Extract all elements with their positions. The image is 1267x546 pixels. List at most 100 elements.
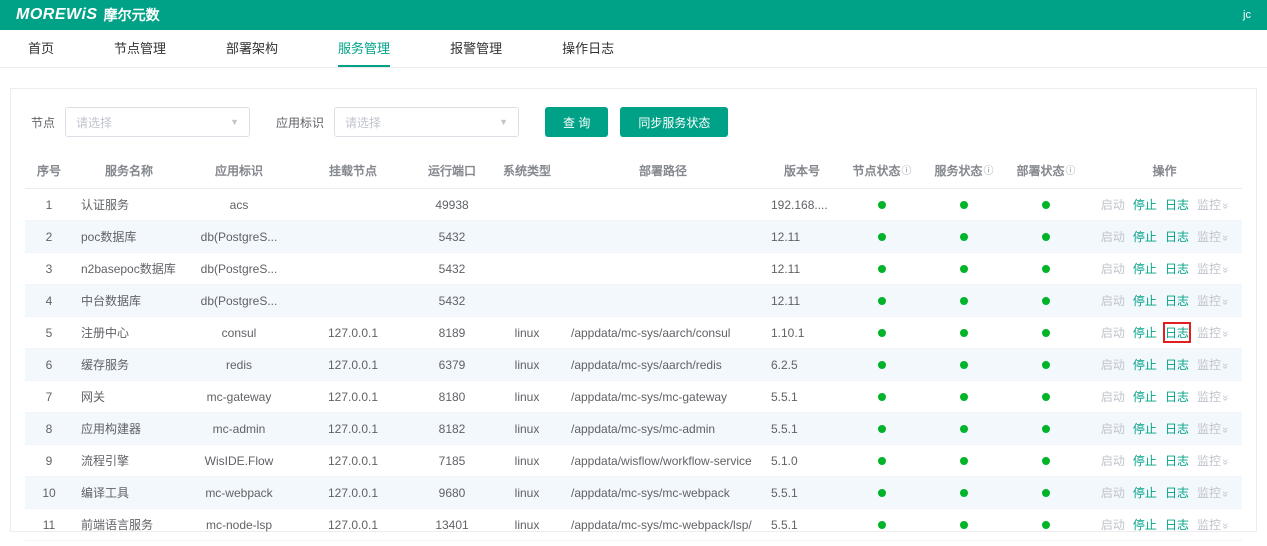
nav-item-alarm-management[interactable]: 报警管理 (450, 30, 502, 67)
monitor-link[interactable]: 监控» (1197, 452, 1231, 469)
cell-run-port: 49938 (413, 188, 491, 221)
nav-item-node-management[interactable]: 节点管理 (114, 30, 166, 67)
cell-service-name: 流程引擎 (73, 444, 185, 477)
monitor-link[interactable]: 监控» (1197, 420, 1232, 437)
start-link[interactable]: 启动 (1101, 484, 1125, 501)
start-link[interactable]: 启动 (1101, 196, 1125, 213)
status-dot (1042, 456, 1050, 465)
cell-deploy-path: /appdata/mc-sys/aarch/redis (563, 348, 763, 381)
filter-bar: 节点 请选择 ▼ 应用标识 请选择 ▼ 查 询 同步服务状态 (31, 107, 1242, 137)
cell-service-name: 注册中心 (73, 316, 185, 349)
cell-deploy-path (563, 252, 763, 285)
log-link[interactable]: 日志 (1165, 196, 1189, 213)
stop-link[interactable]: 停止 (1133, 196, 1157, 213)
cell-service-name: n2basepoc数据库 (73, 252, 185, 285)
cell-mount-node (293, 220, 413, 253)
stop-link[interactable]: 停止 (1133, 452, 1157, 469)
cell-deploy-path (563, 220, 763, 253)
log-link[interactable]: 日志 (1165, 420, 1189, 437)
cell-service-status (923, 316, 1005, 349)
cell-run-port: 8189 (413, 316, 491, 349)
cell-index: 1 (25, 188, 73, 221)
cell-node-status (841, 188, 923, 221)
cell-node-status (841, 252, 923, 285)
monitor-link[interactable]: 监控» (1197, 260, 1231, 277)
log-link[interactable]: 日志 (1165, 388, 1189, 405)
info-icon[interactable]: ⓘ (902, 166, 912, 177)
start-link[interactable]: 启动 (1101, 260, 1125, 277)
status-dot (1042, 296, 1050, 305)
cell-system-type: linux (491, 444, 563, 477)
info-icon[interactable]: ⓘ (1066, 166, 1076, 177)
monitor-link[interactable]: 监控» (1197, 228, 1231, 245)
log-link[interactable]: 日志 (1162, 322, 1191, 343)
log-link[interactable]: 日志 (1165, 356, 1189, 373)
log-link[interactable]: 日志 (1165, 484, 1189, 501)
start-link[interactable]: 启动 (1101, 292, 1125, 309)
cell-node-status (841, 508, 923, 541)
cell-mount-node (293, 284, 413, 317)
monitor-link[interactable]: 监控» (1197, 356, 1231, 373)
node-select-placeholder: 请选择 (76, 115, 113, 130)
info-icon[interactable]: ⓘ (984, 166, 994, 177)
chevron-down-icon: » (1219, 426, 1232, 434)
log-link[interactable]: 日志 (1165, 260, 1189, 277)
stop-link[interactable]: 停止 (1133, 260, 1157, 277)
nav-item-deploy-architecture[interactable]: 部署架构 (226, 30, 278, 67)
node-select[interactable]: 请选择 ▼ (65, 107, 251, 137)
cell-system-type: linux (491, 508, 563, 541)
app-id-filter-label: 应用标识 (276, 115, 325, 130)
monitor-link[interactable]: 监控» (1197, 516, 1231, 533)
stop-link[interactable]: 停止 (1133, 420, 1157, 437)
nav-item-operation-log[interactable]: 操作日志 (562, 30, 614, 67)
start-link[interactable]: 启动 (1101, 356, 1125, 373)
stop-link[interactable]: 停止 (1133, 356, 1157, 373)
main-nav: 首页 节点管理 部署架构 服务管理 报警管理 操作日志 (0, 30, 1267, 68)
chevron-down-icon: » (1219, 298, 1232, 306)
start-link[interactable]: 启动 (1101, 420, 1125, 437)
cell-run-port: 5432 (413, 284, 491, 317)
stop-link[interactable]: 停止 (1133, 516, 1157, 533)
monitor-link[interactable]: 监控» (1197, 292, 1232, 309)
log-link[interactable]: 日志 (1165, 452, 1189, 469)
chevron-down-icon: » (1219, 330, 1232, 338)
monitor-link[interactable]: 监控» (1197, 484, 1231, 501)
stop-link[interactable]: 停止 (1133, 484, 1157, 501)
cell-app-id: mc-gateway (185, 380, 293, 413)
monitor-link[interactable]: 监控» (1197, 388, 1231, 405)
cell-mount-node: 127.0.0.1 (293, 444, 413, 477)
cell-node-status (841, 444, 923, 477)
start-link[interactable]: 启动 (1101, 452, 1125, 469)
sync-service-status-button[interactable]: 同步服务状态 (620, 107, 729, 137)
table-row: 6 缓存服务 redis 127.0.0.1 6379 linux/appdata/mc-… (25, 348, 1242, 381)
stop-link[interactable]: 停止 (1133, 388, 1157, 405)
stop-link[interactable]: 停止 (1133, 292, 1157, 309)
status-dot (960, 424, 968, 433)
status-dot (960, 296, 968, 305)
log-link[interactable]: 日志 (1165, 292, 1189, 309)
cell-deploy-path: /appdata/mc-sys/aarch/consul (563, 316, 763, 349)
nav-item-home[interactable]: 首页 (28, 30, 54, 67)
table-body: 1 认证服务 acs 49938 192.168.... 启动 停止 日志 监控» 2 poc数据库… (25, 188, 1242, 541)
status-dot (878, 232, 886, 241)
log-link[interactable]: 日志 (1165, 516, 1189, 533)
monitor-link[interactable]: 监控» (1197, 196, 1231, 213)
start-link[interactable]: 启动 (1101, 516, 1125, 533)
search-button[interactable]: 查 询 (545, 107, 609, 137)
stop-link[interactable]: 停止 (1133, 228, 1157, 245)
start-link[interactable]: 启动 (1101, 324, 1125, 341)
app-id-select[interactable]: 请选择 ▼ (334, 107, 520, 137)
cell-service-name: 应用构建器 (73, 412, 185, 445)
start-link[interactable]: 启动 (1101, 228, 1125, 245)
log-link[interactable]: 日志 (1165, 228, 1189, 245)
monitor-link[interactable]: 监控» (1197, 324, 1232, 341)
status-dot (1042, 328, 1050, 337)
column-header: 版本号 (763, 153, 841, 189)
cell-deploy-status (1005, 284, 1087, 317)
user-label[interactable]: jc (1243, 9, 1251, 21)
stop-link[interactable]: 停止 (1133, 324, 1157, 341)
cell-mount-node: 127.0.0.1 (293, 476, 413, 509)
start-link[interactable]: 启动 (1101, 388, 1125, 405)
cell-deploy-status (1005, 380, 1087, 413)
nav-item-service-management[interactable]: 服务管理 (338, 30, 391, 67)
